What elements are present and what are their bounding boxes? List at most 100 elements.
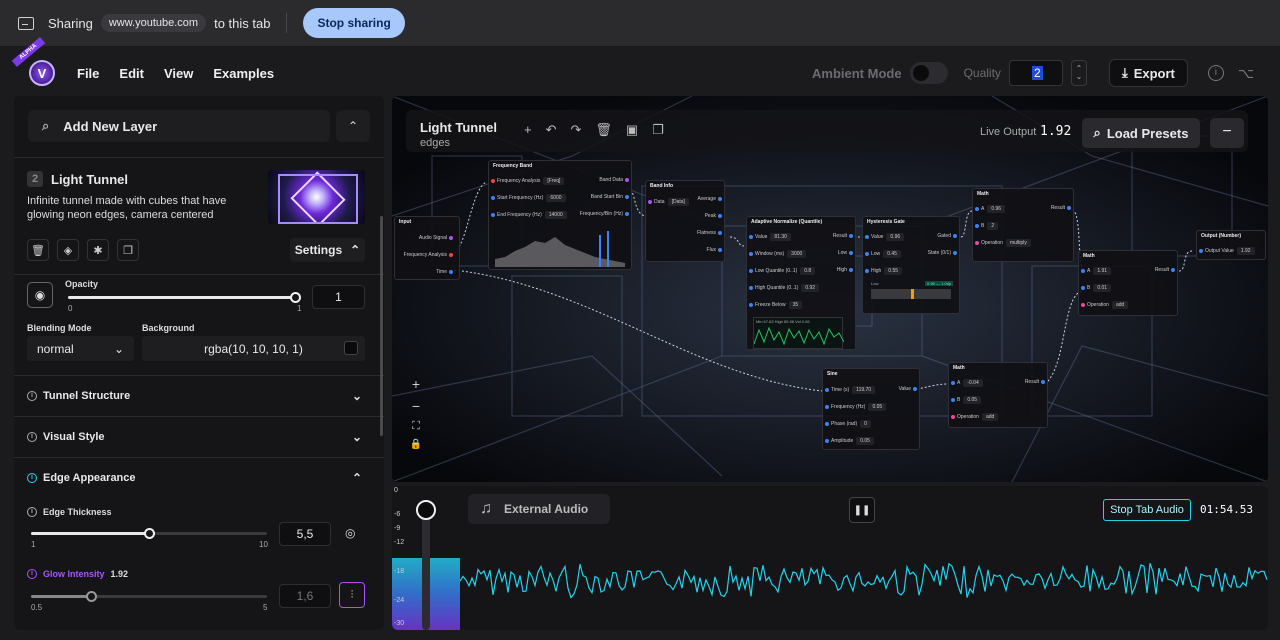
menu-file[interactable]: File bbox=[77, 66, 99, 81]
zoom-in-icon[interactable]: + bbox=[412, 376, 420, 392]
background-color-input[interactable]: rgba(10, 10, 10, 1) bbox=[142, 336, 365, 361]
port-label: Frequency Analysis bbox=[403, 252, 447, 258]
menu-view[interactable]: View bbox=[164, 66, 193, 81]
export-button[interactable]: ⤓ Export bbox=[1108, 59, 1188, 87]
port-value[interactable]: 0.92 bbox=[801, 284, 820, 292]
target-icon[interactable]: ◎ bbox=[345, 526, 355, 540]
node-output[interactable]: Output (Number) Output Value 1.92 bbox=[1196, 230, 1266, 260]
layers-icon[interactable]: ◈ bbox=[57, 239, 79, 261]
port-value[interactable]: 0.55 bbox=[884, 267, 903, 275]
blend-mode-select[interactable]: normal ⌄ bbox=[27, 336, 134, 361]
scrollbar[interactable] bbox=[380, 216, 383, 436]
node-sine[interactable]: Sine Time (s) 119.70 Frequency (Hz) 0.05 P… bbox=[822, 368, 920, 450]
port-value[interactable]: 0.05 bbox=[868, 403, 887, 411]
port-row: Low Quantile (0..1) 0.8 bbox=[747, 267, 816, 275]
load-presets-button[interactable]: ⌕ Load Presets bbox=[1082, 118, 1200, 148]
menu-examples[interactable]: Examples bbox=[213, 66, 274, 81]
glow-intensity-handle[interactable] bbox=[86, 591, 97, 602]
file-icon[interactable]: ▣ bbox=[626, 122, 638, 138]
pause-button[interactable]: ❚❚ bbox=[849, 497, 875, 523]
add-layer-search[interactable]: ⌕ Add New Layer bbox=[28, 110, 330, 142]
port-value[interactable]: 35 bbox=[788, 301, 803, 309]
node-math-2[interactable]: Math A 1.91 B 0.01 Operation add Result bbox=[1078, 250, 1178, 316]
add-node-icon[interactable]: + bbox=[524, 122, 532, 138]
glow-intensity-input[interactable]: 1,6 bbox=[279, 584, 331, 608]
info-icon[interactable]: i bbox=[1207, 65, 1224, 81]
info-icon: i bbox=[27, 507, 37, 517]
zoom-out-icon[interactable]: − bbox=[412, 398, 420, 414]
node-adaptive-normalize[interactable]: Adaptive Normalize (Quantile) Value 81.30… bbox=[746, 216, 856, 350]
port-value[interactable]: 0.01 bbox=[1093, 284, 1112, 292]
lock-icon[interactable]: 🔒 bbox=[410, 439, 422, 450]
copy-icon[interactable]: ❐ bbox=[652, 122, 664, 138]
delete-icon[interactable]: 🗑 bbox=[595, 122, 612, 138]
zoom-controls: + − ⛶ 🔒 bbox=[406, 376, 426, 466]
opacity-input[interactable]: 1 bbox=[312, 285, 365, 309]
port-value[interactable]: 14000 bbox=[544, 211, 567, 219]
port-value[interactable]: 2 bbox=[987, 222, 999, 230]
menu-edit[interactable]: Edit bbox=[119, 66, 144, 81]
port-value[interactable]: 0.05 bbox=[963, 396, 982, 404]
app-logo[interactable]: V bbox=[29, 60, 55, 86]
node-math-3[interactable]: Math A -0.04 B 0.05 Operation add Result bbox=[948, 362, 1048, 428]
node-band-info[interactable]: Band Info Data [Data] Average Peak Flatne… bbox=[645, 180, 725, 262]
audio-source[interactable]: ♫ External Audio bbox=[468, 494, 610, 524]
layer-title: Light Tunnel bbox=[51, 171, 129, 187]
port-value[interactable]: 1.91 bbox=[1093, 267, 1112, 275]
github-icon[interactable]: ⌥ bbox=[1238, 65, 1254, 82]
section-edge-appearance[interactable]: i Edge Appearance ⌃ bbox=[14, 458, 384, 498]
node-hysteresis-gate[interactable]: Hysteresis Gate Value 0.96 Low 0.45 High 0.… bbox=[862, 216, 960, 314]
operation-select[interactable]: add bbox=[1111, 301, 1129, 309]
node-frequency-band[interactable]: Frequency Band Frequency Analysis [Freq] … bbox=[488, 160, 632, 270]
port-value[interactable]: 0 bbox=[860, 420, 871, 428]
duplicate-icon[interactable]: ❐ bbox=[117, 239, 139, 261]
operation-select[interactable]: add bbox=[981, 413, 999, 421]
port-label: B bbox=[981, 223, 985, 229]
layer-actions: 🗑 ◈ ✱ ❐ bbox=[27, 239, 139, 261]
port-value[interactable]: [Data] bbox=[667, 198, 689, 206]
visibility-eye-icon[interactable]: ◉ bbox=[27, 282, 53, 308]
settings-button[interactable]: Settings ⌃ bbox=[290, 238, 365, 262]
port-row: A 0.96 bbox=[973, 205, 1006, 213]
node-canvas[interactable]: Light Tunnel edges + ↶ ↷ 🗑 ▣ ❐ Live Outp… bbox=[392, 96, 1268, 482]
fit-view-icon[interactable]: ⛶ bbox=[412, 420, 420, 433]
edge-thickness-handle[interactable] bbox=[144, 528, 155, 539]
port-row: Freeze Below 35 bbox=[747, 301, 803, 309]
node-math-1[interactable]: Math A 0.96 B2 Operation multiply Result bbox=[972, 188, 1074, 262]
quality-stepper[interactable]: ⌃ ⌄ bbox=[1070, 60, 1087, 86]
edge-thickness-input[interactable]: 5,5 bbox=[279, 522, 331, 546]
port-value[interactable]: 119.70 bbox=[852, 386, 876, 394]
chevron-down-icon: ⌄ bbox=[113, 341, 124, 356]
stop-tab-audio-button[interactable]: Stop Tab Audio bbox=[1103, 499, 1191, 521]
port-value[interactable]: 0.96 bbox=[886, 233, 905, 241]
port-value[interactable]: 0.96 bbox=[987, 205, 1006, 213]
redo-icon[interactable]: ↷ bbox=[571, 122, 582, 138]
chevron-down-icon[interactable]: ⌄ bbox=[1076, 73, 1083, 81]
layer-thumbnail[interactable] bbox=[268, 170, 365, 224]
operation-select[interactable]: multiply bbox=[1005, 239, 1031, 247]
ambient-mode-toggle[interactable] bbox=[909, 62, 948, 84]
undo-icon[interactable]: ↶ bbox=[546, 122, 557, 138]
port-value[interactable]: 3000 bbox=[787, 250, 807, 258]
port-value[interactable]: 0.8 bbox=[800, 267, 816, 275]
minimize-button[interactable]: − bbox=[1210, 118, 1244, 148]
bug-icon[interactable]: ✱ bbox=[87, 239, 109, 261]
section-visual-style[interactable]: i Visual Style ⌄ bbox=[14, 417, 384, 457]
port-value[interactable]: [Freq] bbox=[543, 177, 565, 185]
opacity-slider-handle[interactable] bbox=[290, 292, 301, 303]
node-input[interactable]: Input Audio Signal Frequency Analysis Ti… bbox=[394, 216, 460, 280]
gain-slider-track[interactable] bbox=[422, 506, 430, 630]
collapse-all-button[interactable]: ⌃ bbox=[336, 110, 370, 142]
port-value[interactable]: -0.04 bbox=[963, 379, 983, 387]
stop-sharing-button[interactable]: Stop sharing bbox=[303, 8, 405, 38]
audio-reactive-icon[interactable]: ⫶ bbox=[339, 582, 365, 608]
quality-input[interactable]: 2 bbox=[1008, 60, 1063, 86]
color-swatch[interactable] bbox=[344, 341, 358, 355]
port-value[interactable]: 0.05 bbox=[856, 437, 874, 445]
gain-slider-handle[interactable] bbox=[416, 500, 436, 520]
port-value[interactable]: 81.30 bbox=[770, 233, 791, 241]
delete-icon[interactable]: 🗑 bbox=[27, 239, 49, 261]
port-value[interactable]: 0.45 bbox=[883, 250, 901, 258]
section-tunnel-structure[interactable]: i Tunnel Structure ⌄ bbox=[14, 376, 384, 416]
port-value[interactable]: 6000 bbox=[546, 194, 566, 202]
